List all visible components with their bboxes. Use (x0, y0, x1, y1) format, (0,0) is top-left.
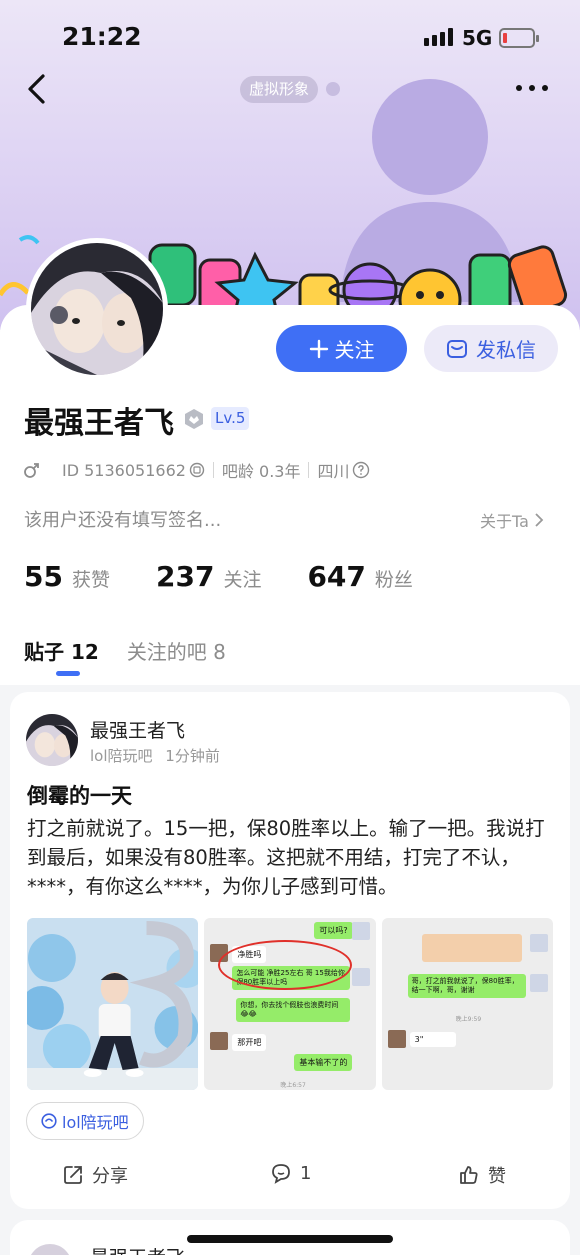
virtual-avatar-tag[interactable]: 虚拟形象 (240, 76, 319, 103)
post-actions: 分享 1 赞 (10, 1154, 570, 1194)
stat-fans[interactable]: 647 粉丝 (307, 560, 412, 593)
location: 四川 (317, 462, 350, 481)
stat-label: 获赞 (71, 569, 110, 591)
bar-age: 吧龄 0.3年 (221, 462, 301, 481)
home-indicator[interactable] (187, 1235, 393, 1243)
post-author-name[interactable]: 最强王者飞 (90, 716, 185, 743)
forum-tag[interactable]: lol陪玩吧 (26, 1102, 144, 1140)
avatar-image (31, 243, 163, 375)
stat-number: 55 (24, 560, 63, 593)
forum-tag-label: lol陪玩吧 (62, 1113, 129, 1132)
avatar-image (26, 714, 78, 766)
like-label: 赞 (488, 1166, 506, 1187)
copy-id-icon[interactable] (189, 462, 205, 478)
profile-meta: ID 5136051662 吧龄 0.3年 四川 (24, 458, 370, 482)
transfer-card (421, 934, 522, 962)
virtual-tag-dot (326, 82, 340, 96)
post-author-avatar[interactable] (26, 714, 78, 766)
level-tag: Lv.5 (211, 407, 250, 430)
user-id: ID 5136051662 (62, 460, 186, 480)
chat-time: 晚上6:57 (280, 1082, 306, 1089)
thumbs-up-icon (460, 1166, 478, 1184)
follow-button[interactable]: 关注 (276, 325, 407, 372)
plus-icon (309, 339, 328, 358)
stat-following[interactable]: 237 关注 (156, 560, 261, 593)
chat-bubble: 你想，你去找个假肢也浪费时间 😂😂 (236, 998, 351, 1022)
share-label: 分享 (92, 1166, 128, 1187)
tab-indicator (56, 671, 80, 676)
level-badge-icon (185, 409, 203, 429)
child-photo-image (27, 918, 199, 1090)
voice-bubble: 3" (409, 1032, 456, 1047)
chat-time: 晚上9:59 (455, 1016, 482, 1023)
about-label: 关于Ta (480, 512, 529, 531)
profile-name: 最强王者飞 (24, 406, 174, 441)
profile-avatar[interactable] (26, 238, 168, 380)
post-body: 打之前就说了。15一把，保80胜率以上。输了一把。我说打到最后，如果没有80胜率… (27, 817, 545, 898)
post-time: 1分钟前 (165, 747, 220, 765)
post-meta: lol陪玩吧 1分钟前 (90, 745, 220, 766)
post-title: 倒霉的一天 (27, 784, 132, 808)
post-card[interactable]: 最强王者飞 lol陪玩吧 1分钟前 倒霉的一天 打之前就说了。15一把，保80胜… (10, 692, 570, 1209)
chat-avatar (529, 974, 548, 992)
chat-avatar (387, 1030, 406, 1048)
chat-avatar (529, 934, 548, 952)
comment-icon (272, 1164, 290, 1184)
send-message-button[interactable]: 发私信 (424, 325, 558, 372)
comment-button[interactable]: 1 (270, 1162, 311, 1184)
share-icon (64, 1166, 82, 1184)
tab-count: 8 (213, 640, 226, 664)
stats-row: 55 获赞 237 关注 647 粉丝 (24, 560, 459, 593)
tab-label: 贴子 (24, 640, 64, 664)
network-type: 5G (462, 26, 493, 50)
share-button[interactable]: 分享 (62, 1162, 128, 1188)
chat-bubble: 哥，打之前我就说了，保80胜率，结一下啊，哥，谢谢 (407, 974, 526, 998)
help-icon[interactable] (352, 461, 370, 479)
tab-label: 关注的吧 (126, 640, 207, 664)
chevron-right-icon (535, 513, 544, 527)
red-circle-annotation (218, 940, 353, 990)
profile-tabs: 贴子 12 关注的吧 8 (24, 636, 226, 665)
like-button[interactable]: 赞 (458, 1162, 506, 1188)
male-gender-icon (24, 463, 39, 478)
back-arrow-icon[interactable] (22, 70, 52, 110)
tab-count: 12 (70, 640, 99, 664)
message-label: 发私信 (476, 338, 536, 362)
message-icon (447, 339, 467, 358)
status-time: 21:22 (62, 22, 142, 51)
post-author-name[interactable]: 最强王者飞 (90, 1243, 185, 1255)
signature: 该用户还没有填写签名... (24, 510, 222, 531)
stat-label: 关注 (223, 569, 262, 591)
chat-avatar (352, 922, 371, 940)
chat-bubble: 基本输不了的 (294, 1054, 353, 1071)
post-image-child-photo[interactable] (27, 918, 199, 1090)
chat-bubble: 可以吗? (314, 922, 353, 939)
follow-label: 关注 (334, 338, 375, 362)
post-forum[interactable]: lol陪玩吧 (90, 747, 153, 765)
tab-followed-forums[interactable]: 关注的吧 8 (127, 636, 226, 665)
comment-count: 1 (300, 1162, 312, 1184)
about-link[interactable]: 关于Ta (480, 508, 545, 532)
stat-number: 237 (155, 560, 215, 593)
chat-bubble: 那开吧 (232, 1034, 267, 1051)
signal-icon (424, 28, 453, 46)
chat-avatar (352, 968, 371, 986)
post-author-avatar[interactable] (28, 1244, 72, 1255)
forum-icon (41, 1113, 57, 1129)
post-image-chat-1[interactable]: 可以吗? 净胜吗 怎么可能 净胜25左右 哥 15我给你保80胜率以上吗 你想，… (204, 918, 376, 1090)
stat-number: 647 (307, 560, 366, 593)
tab-posts[interactable]: 贴子 12 (24, 636, 99, 665)
stat-likes[interactable]: 55 获赞 (24, 560, 110, 593)
status-bar: 21:22 5G (0, 0, 580, 70)
stat-label: 粉丝 (374, 569, 413, 591)
chat-avatar (210, 1032, 229, 1050)
post-images: 可以吗? 净胜吗 怎么可能 净胜25左右 哥 15我给你保80胜率以上吗 你想，… (27, 918, 553, 1090)
post-image-chat-2[interactable]: 哥，打之前我就说了，保80胜率，结一下啊，哥，谢谢 晚上9:59 3" (381, 918, 553, 1090)
battery-icon (499, 28, 539, 48)
more-options-icon[interactable] (512, 78, 552, 98)
